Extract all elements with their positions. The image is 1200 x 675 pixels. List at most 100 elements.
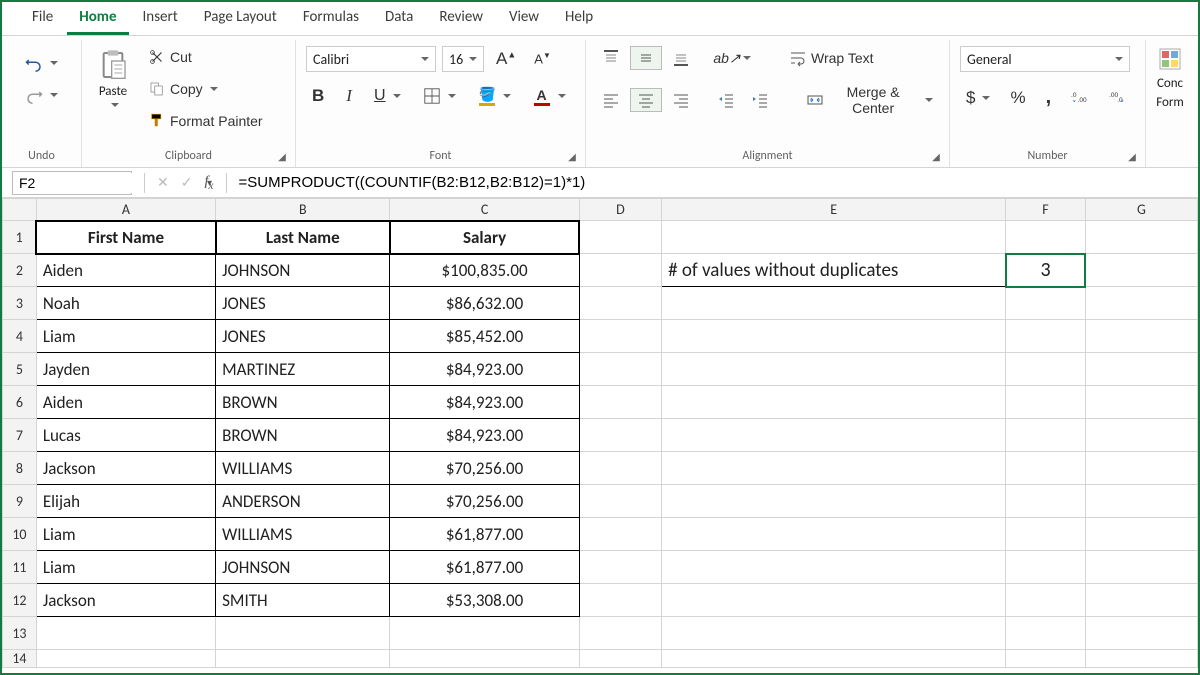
cell-g2[interactable] xyxy=(1085,254,1197,287)
align-middle-button[interactable] xyxy=(630,46,662,70)
col-header-c[interactable]: C xyxy=(390,199,579,221)
wrap-text-button[interactable]: Wrap Text xyxy=(783,47,880,69)
number-launcher[interactable]: ◢ xyxy=(1125,149,1139,163)
cell-g9[interactable] xyxy=(1085,485,1197,518)
enter-formula-button[interactable]: ✓ xyxy=(175,174,199,191)
clipboard-launcher[interactable]: ◢ xyxy=(275,149,289,163)
decrease-font-button[interactable]: A▼ xyxy=(528,49,557,68)
undo-button[interactable] xyxy=(19,52,64,74)
select-all-corner[interactable] xyxy=(3,199,37,221)
cell-b12[interactable]: SMITH xyxy=(216,584,390,617)
cell-g1[interactable] xyxy=(1085,221,1197,254)
tab-view[interactable]: View xyxy=(497,2,551,35)
redo-button[interactable] xyxy=(19,84,64,106)
cell-e4[interactable] xyxy=(662,320,1006,353)
cell-b9[interactable]: ANDERSON xyxy=(216,485,390,518)
cell-e13[interactable] xyxy=(662,617,1006,650)
cell-e5[interactable] xyxy=(662,353,1006,386)
cell-g8[interactable] xyxy=(1085,452,1197,485)
align-center-button[interactable] xyxy=(630,88,662,112)
cell-f5[interactable] xyxy=(1006,353,1086,386)
cell-e3[interactable] xyxy=(662,287,1006,320)
row-header-2[interactable]: 2 xyxy=(3,254,37,287)
tab-formulas[interactable]: Formulas xyxy=(291,2,371,35)
cell-a13[interactable] xyxy=(36,617,215,650)
cell-d6[interactable] xyxy=(579,386,661,419)
cell-d5[interactable] xyxy=(579,353,661,386)
bold-button[interactable]: B xyxy=(306,84,330,108)
cell-c12[interactable]: $53,308.00 xyxy=(390,584,579,617)
tab-file[interactable]: File xyxy=(20,2,65,35)
cell-b4[interactable]: JONES xyxy=(216,320,390,353)
cell-c9[interactable]: $70,256.00 xyxy=(390,485,579,518)
cell-e2[interactable]: # of values without duplicates xyxy=(662,254,1006,287)
accounting-format-button[interactable]: $ xyxy=(960,86,996,110)
cell-d4[interactable] xyxy=(579,320,661,353)
cell-c5[interactable]: $84,923.00 xyxy=(390,353,579,386)
cell-a14[interactable] xyxy=(36,650,215,668)
cell-c2[interactable]: $100,835.00 xyxy=(390,254,579,287)
cell-f14[interactable] xyxy=(1006,650,1086,668)
align-bottom-button[interactable] xyxy=(666,47,696,69)
cell-d9[interactable] xyxy=(579,485,661,518)
cell-e6[interactable] xyxy=(662,386,1006,419)
cell-d7[interactable] xyxy=(579,419,661,452)
col-header-g[interactable]: G xyxy=(1085,199,1197,221)
align-left-button[interactable] xyxy=(596,89,626,111)
align-right-button[interactable] xyxy=(666,89,696,111)
cell-a8[interactable]: Jackson xyxy=(36,452,215,485)
row-header-12[interactable]: 12 xyxy=(3,584,37,617)
borders-button[interactable] xyxy=(417,85,462,107)
col-header-b[interactable]: B xyxy=(216,199,390,221)
paste-button[interactable]: Paste xyxy=(92,46,134,111)
cell-d11[interactable] xyxy=(579,551,661,584)
cell-b10[interactable]: WILLIAMS xyxy=(216,518,390,551)
row-header-9[interactable]: 9 xyxy=(3,485,37,518)
cell-f13[interactable] xyxy=(1006,617,1086,650)
cell-f4[interactable] xyxy=(1006,320,1086,353)
cell-b5[interactable]: MARTINEZ xyxy=(216,353,390,386)
row-header-7[interactable]: 7 xyxy=(3,419,37,452)
cell-a2[interactable]: Aiden xyxy=(36,254,215,287)
cell-b11[interactable]: JOHNSON xyxy=(216,551,390,584)
cell-d3[interactable] xyxy=(579,287,661,320)
cell-d8[interactable] xyxy=(579,452,661,485)
fill-color-button[interactable]: 🪣 xyxy=(472,85,517,107)
cell-d10[interactable] xyxy=(579,518,661,551)
cell-f2[interactable]: 3 xyxy=(1006,254,1086,287)
row-header-1[interactable]: 1 xyxy=(3,221,37,254)
cell-g4[interactable] xyxy=(1085,320,1197,353)
col-header-e[interactable]: E xyxy=(662,199,1006,221)
formula-input[interactable] xyxy=(233,171,1198,195)
cell-f6[interactable] xyxy=(1006,386,1086,419)
tab-data[interactable]: Data xyxy=(373,2,425,35)
cell-d13[interactable] xyxy=(579,617,661,650)
merge-center-button[interactable]: Merge & Center xyxy=(800,82,939,118)
cut-button[interactable]: Cut xyxy=(142,46,269,68)
tab-review[interactable]: Review xyxy=(427,2,495,35)
font-size-select[interactable]: 16 xyxy=(442,46,484,72)
cell-c1[interactable]: Salary xyxy=(390,221,579,254)
cell-a12[interactable]: Jackson xyxy=(36,584,215,617)
cell-a1[interactable]: First Name xyxy=(36,221,215,254)
row-header-4[interactable]: 4 xyxy=(3,320,37,353)
align-top-button[interactable] xyxy=(596,47,626,69)
worksheet[interactable]: A B C D E F G 1 First Name Last Name Sal… xyxy=(2,198,1198,675)
cell-e8[interactable] xyxy=(662,452,1006,485)
row-header-3[interactable]: 3 xyxy=(3,287,37,320)
cell-a7[interactable]: Lucas xyxy=(36,419,215,452)
cell-b6[interactable]: BROWN xyxy=(216,386,390,419)
cell-a6[interactable]: Aiden xyxy=(36,386,215,419)
cell-g7[interactable] xyxy=(1085,419,1197,452)
copy-button[interactable]: Copy xyxy=(142,78,269,100)
name-box[interactable]: ▾ xyxy=(12,171,132,195)
cell-c8[interactable]: $70,256.00 xyxy=(390,452,579,485)
increase-indent-button[interactable] xyxy=(745,89,775,111)
row-header-11[interactable]: 11 xyxy=(3,551,37,584)
tab-help[interactable]: Help xyxy=(553,2,605,35)
cell-c10[interactable]: $61,877.00 xyxy=(390,518,579,551)
row-header-6[interactable]: 6 xyxy=(3,386,37,419)
font-color-button[interactable]: A xyxy=(527,85,572,107)
number-format-select[interactable]: General xyxy=(960,46,1130,72)
cell-a4[interactable]: Liam xyxy=(36,320,215,353)
